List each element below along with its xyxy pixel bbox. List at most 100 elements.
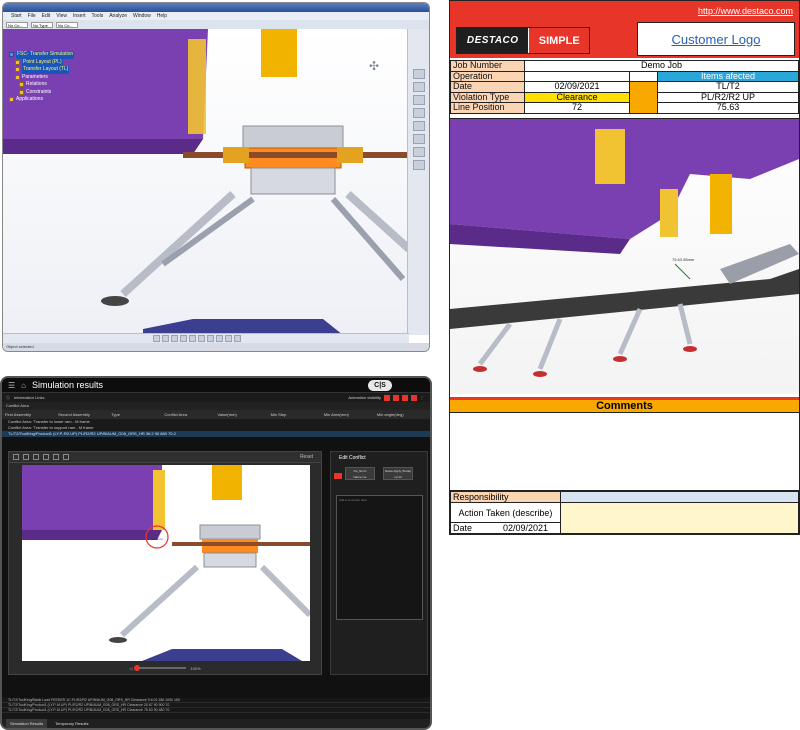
tool-icon[interactable] — [412, 82, 425, 92]
tree-node-parameters[interactable]: Parameters — [9, 74, 74, 82]
pan-tool-icon[interactable] — [33, 454, 39, 460]
tab-conflict-area[interactable]: Conflict Area — [2, 402, 430, 410]
more-icon[interactable]: ⋮ — [420, 393, 424, 402]
home-icon[interactable]: ⌂ — [21, 381, 26, 390]
information-links[interactable]: Information Links — [14, 393, 44, 402]
column-first-assembly[interactable]: First Assembly — [5, 410, 58, 419]
customer-logo-link[interactable]: Customer Logo — [637, 22, 795, 56]
violation-type-value: Clearance — [524, 91, 630, 103]
tab-simulation-results[interactable]: Simulation Results — [6, 719, 48, 728]
info-icon[interactable]: ⓘ — [6, 393, 10, 402]
tab-temporary-results[interactable]: Temporary Results — [51, 719, 92, 728]
column-type[interactable]: Type — [111, 410, 164, 419]
item-1: TL/T2 — [657, 81, 799, 93]
tool-icon[interactable] — [412, 134, 425, 144]
responsibility-value[interactable] — [560, 491, 799, 503]
menu-item-start[interactable]: Start — [11, 13, 22, 19]
yellow-slide — [595, 129, 625, 184]
menu-icon[interactable]: ☰ — [8, 381, 15, 390]
play-icon[interactable] — [411, 394, 417, 401]
tool-icon[interactable] — [412, 160, 425, 170]
column-value[interactable]: Value(mm) — [218, 410, 271, 419]
filter-combo-2[interactable]: No Type — [31, 21, 53, 28]
view-tool-icon[interactable] — [153, 335, 160, 342]
column-min-angle[interactable]: Min angle(deg) — [377, 410, 430, 419]
action-taken-value[interactable] — [560, 502, 799, 534]
tool-icon[interactable] — [412, 95, 425, 105]
menu-item-window[interactable]: Window — [133, 13, 151, 19]
gripper-right — [337, 147, 363, 163]
tree-node-simulation[interactable]: FSC- Transfer Simulation — [9, 51, 75, 59]
column-min-step[interactable]: Min Step — [271, 410, 324, 419]
comment-textarea[interactable]: Add a comment here — [336, 495, 423, 620]
press-body-edge — [22, 530, 162, 540]
yellow-slide-2 — [660, 189, 678, 237]
menu-item-insert[interactable]: Insert — [73, 13, 86, 19]
slider-knob[interactable] — [134, 665, 141, 671]
tree-node-constraints[interactable]: Constraints — [9, 89, 74, 97]
view-tool-icon[interactable] — [162, 335, 169, 342]
view-tool-icon[interactable] — [225, 335, 232, 342]
view-tool-icon[interactable] — [180, 335, 187, 342]
comments-box[interactable] — [450, 413, 799, 491]
menu-item-view[interactable]: View — [56, 13, 67, 19]
cad-3d-viewport[interactable]: FSC- Transfer Simulation Point Layout (P… — [3, 29, 412, 335]
view-tool-icon[interactable] — [171, 335, 178, 342]
compass-icon[interactable]: ✣ — [369, 59, 379, 73]
save-icon[interactable] — [402, 394, 408, 401]
filter-combo-1[interactable]: No Co... — [6, 21, 28, 28]
rotate-tool-icon[interactable] — [23, 454, 29, 460]
column-min-area[interactable]: Min Area(mm) — [324, 410, 377, 419]
export-pdf-icon[interactable] — [384, 394, 390, 401]
slider-track[interactable] — [134, 665, 187, 671]
menu-item-tools[interactable]: Tools — [92, 13, 104, 19]
tool-icon[interactable] — [412, 69, 425, 79]
right-toolbar — [407, 29, 429, 335]
measure-tool-icon[interactable] — [53, 454, 59, 460]
tree-node-point-layout[interactable]: Point Layout (PL) — [9, 58, 74, 66]
tree-node-transfer-layout[interactable]: Transfer Layout (TL) — [9, 66, 74, 74]
view-tool-icon[interactable] — [234, 335, 241, 342]
reset-button[interactable]: Reset — [300, 454, 321, 460]
view-tool-icon[interactable] — [216, 335, 223, 342]
view-tool-icon[interactable] — [189, 335, 196, 342]
relation-icon — [19, 82, 24, 88]
edit-conflict-title: Edit Conflict — [339, 455, 366, 461]
tree-node-relations[interactable]: Relations — [9, 81, 74, 89]
zoom-tool-icon[interactable] — [43, 454, 49, 460]
dimension-text: 75.63 58mm — [672, 257, 695, 262]
menu-item-analyze[interactable]: Analyze — [109, 13, 127, 19]
animation-slider[interactable]: ◁ 100% — [9, 662, 321, 674]
yellow-slide — [188, 39, 206, 134]
camera-icon[interactable] — [334, 473, 342, 479]
viewer-canvas[interactable]: 41.44mm — [22, 465, 310, 661]
tool-icon[interactable] — [412, 108, 425, 118]
menu-item-help[interactable]: Help — [157, 13, 167, 19]
filter-combo-3[interactable]: No Co... — [56, 21, 78, 28]
suction-cup — [613, 356, 627, 362]
menu-item-file[interactable]: File — [28, 13, 36, 19]
name-chip[interactable]: No_Nmm Name me — [345, 467, 375, 480]
result-row[interactable]: TL/T2/ToolKing/Product1 (LY.P..M.UP) PL/… — [2, 708, 430, 713]
part-icon — [15, 67, 20, 73]
tool-icon[interactable] — [412, 147, 425, 157]
play-back-icon[interactable]: ◁ — [129, 666, 132, 671]
arm — [677, 303, 693, 345]
section-tool-icon[interactable] — [63, 454, 69, 460]
tree-node-applications[interactable]: Applications — [9, 96, 74, 104]
apply-chip[interactable]: Name Apply (Node) op:12 — [383, 467, 413, 480]
yellow-pillar — [212, 465, 242, 500]
destaco-link[interactable]: http://www.destaco.com — [698, 6, 793, 16]
column-conflict-area[interactable]: Conflict Area — [164, 410, 217, 419]
column-second-assembly[interactable]: Second Assembly — [58, 410, 111, 419]
destaco-simple-logo: DESTACO SIMPLE — [456, 27, 590, 54]
cs-logo: C|S — [368, 380, 392, 391]
export-excel-icon[interactable] — [393, 394, 399, 401]
tool-icon[interactable] — [412, 121, 425, 131]
table-row-selected[interactable]: TL/T2/ToolKing/Product1 (LY.P..R2.UP) PL… — [2, 431, 430, 437]
view-tool-icon[interactable] — [198, 335, 205, 342]
select-tool-icon[interactable] — [13, 454, 19, 460]
suction-cup — [473, 366, 487, 372]
menu-item-edit[interactable]: Edit — [42, 13, 51, 19]
view-tool-icon[interactable] — [207, 335, 214, 342]
